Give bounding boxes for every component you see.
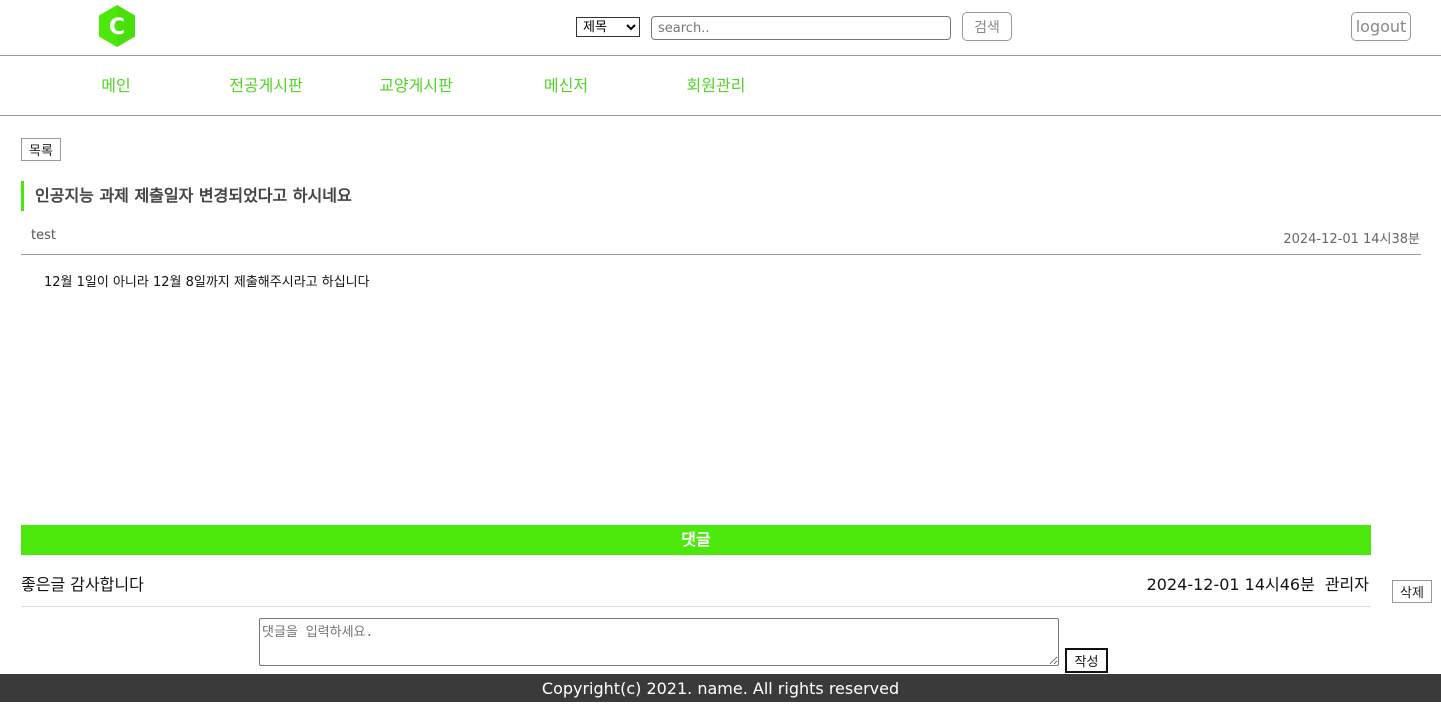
footer-copyright: Copyright(c) 2021. name. All rights rese…: [541, 679, 900, 698]
nav-item-messenger[interactable]: 메신저: [491, 56, 641, 115]
header: C 제목 검색 logout: [0, 0, 1441, 56]
logo-hexagon-icon: C: [99, 5, 135, 47]
nav-item-member-management[interactable]: 회원관리: [641, 56, 791, 115]
comment-divider: [21, 606, 1371, 607]
nav-item-liberal-board[interactable]: 교양게시판: [341, 56, 491, 115]
post-title: 인공지능 과제 제출일자 변경되었다고 하시네요: [21, 181, 352, 211]
svg-text:C: C: [109, 15, 125, 40]
comment-text: 좋은글 감사합니다: [21, 575, 144, 594]
post-divider: [21, 254, 1421, 255]
list-button[interactable]: 목록: [21, 138, 61, 161]
main-nav: 메인 전공게시판 교양게시판 메신저 회원관리: [0, 56, 1441, 116]
footer: Copyright(c) 2021. name. All rights rese…: [0, 674, 1441, 702]
write-comment-button[interactable]: 작성: [1065, 648, 1108, 673]
search-button[interactable]: 검색: [962, 12, 1012, 41]
comment-date: 2024-12-01 14시46분: [1146, 575, 1315, 594]
logo[interactable]: C: [97, 4, 137, 48]
nav-item-main[interactable]: 메인: [41, 56, 191, 115]
nav-item-major-board[interactable]: 전공게시판: [191, 56, 341, 115]
comment-meta: 2024-12-01 14시46분 관리자: [1137, 571, 1369, 595]
comment-author: 관리자: [1324, 575, 1369, 594]
post-date: 2024-12-01 14시38분: [1283, 232, 1420, 247]
logout-button[interactable]: logout: [1351, 12, 1411, 41]
comment-input[interactable]: [259, 618, 1059, 666]
post-body: 12월 1일이 아니라 12월 8일까지 제출해주시라고 하십니다: [44, 275, 370, 290]
search-type-select[interactable]: 제목: [576, 17, 640, 37]
comments-header: 댓글: [21, 525, 1371, 555]
search-input[interactable]: [651, 16, 951, 40]
post-author: test: [31, 228, 56, 243]
comment-delete-button[interactable]: 삭제: [1392, 580, 1432, 603]
